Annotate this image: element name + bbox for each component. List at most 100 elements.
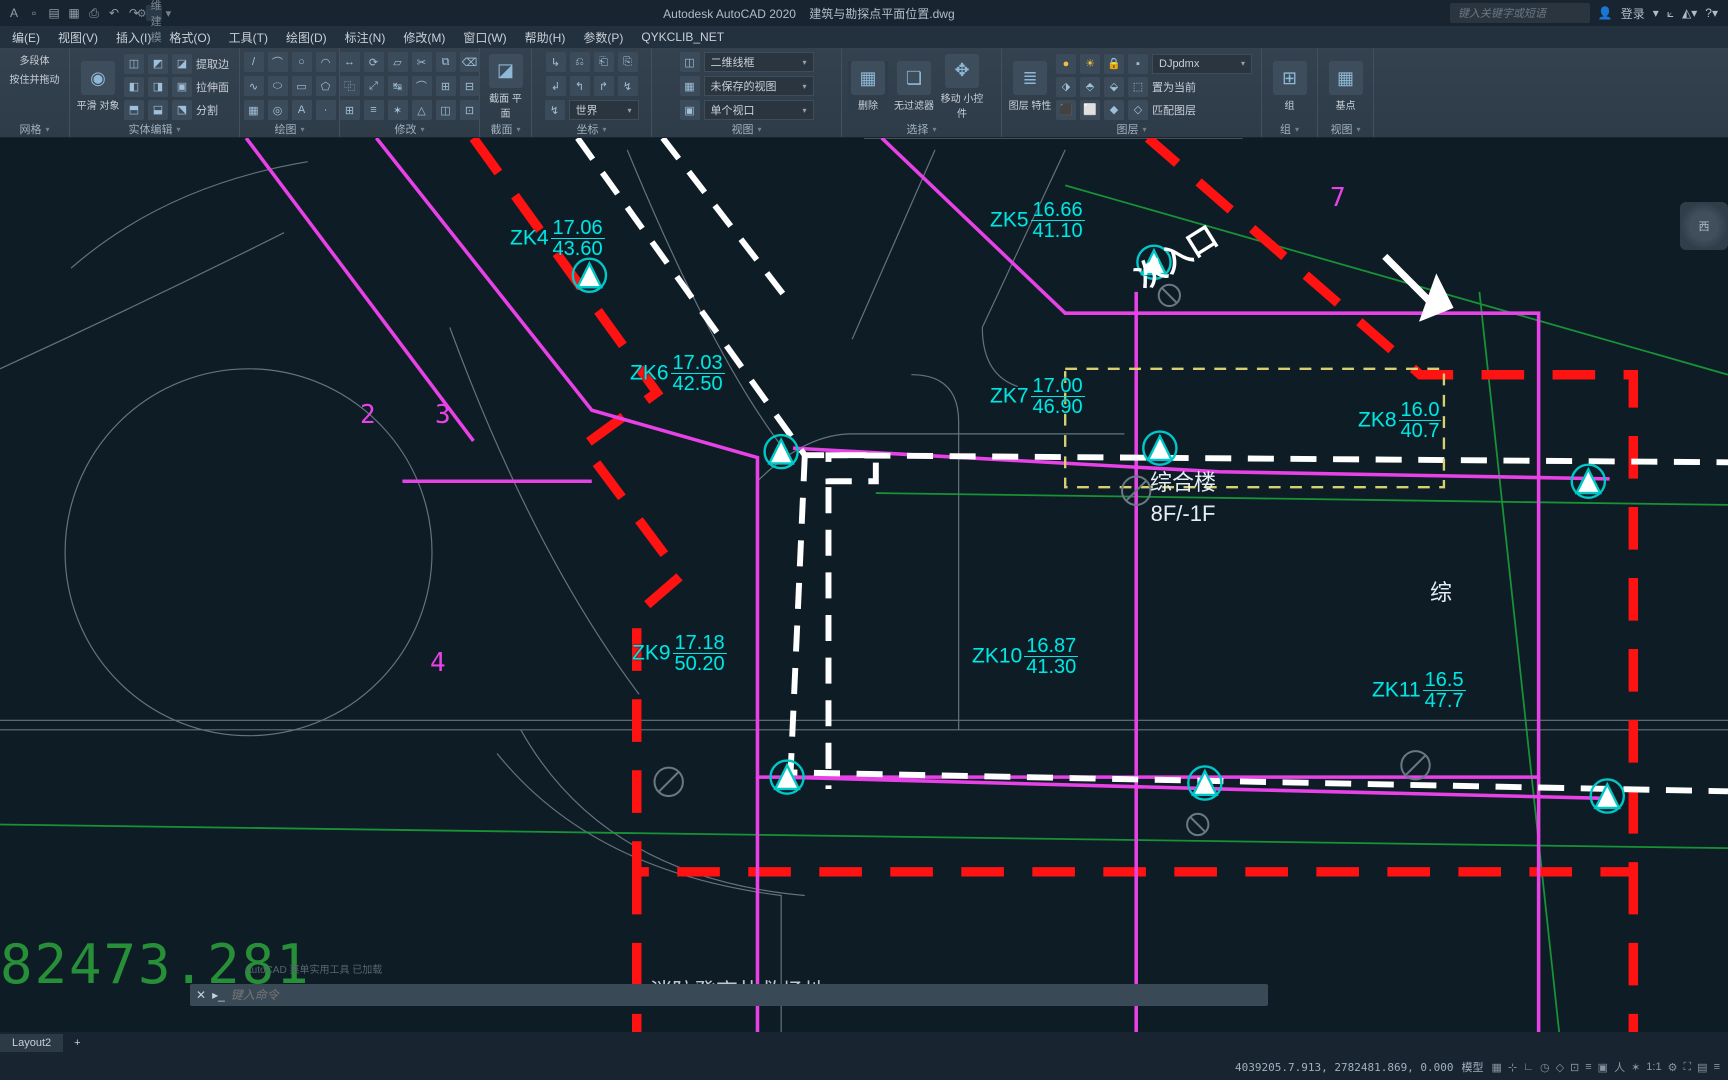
- menu-modify[interactable]: 修改(M): [395, 27, 453, 48]
- ucs-dropdown[interactable]: 世界: [569, 100, 639, 120]
- scale-label[interactable]: 1:1: [1646, 1061, 1661, 1073]
- section-plane-button[interactable]: ◪截面 平面: [486, 54, 525, 120]
- i[interactable]: ↲: [546, 76, 566, 96]
- panel-section-title[interactable]: 截面: [486, 121, 525, 137]
- split[interactable]: 分割: [196, 102, 218, 118]
- layerprop-button[interactable]: ≣图层 特性: [1008, 61, 1052, 112]
- presspull-button[interactable]: 按住并拖动: [9, 71, 61, 86]
- ico[interactable]: ◨: [148, 77, 168, 97]
- panel-baseview-title[interactable]: 视图: [1324, 121, 1367, 137]
- panel-layer-title[interactable]: 图层: [1008, 121, 1255, 137]
- i[interactable]: ⬜: [1080, 100, 1100, 120]
- arc-icon[interactable]: ◠: [316, 52, 336, 72]
- i[interactable]: ↱: [594, 76, 614, 96]
- undo-icon[interactable]: ↶: [106, 5, 122, 21]
- i[interactable]: ⬚: [1128, 77, 1148, 97]
- extrude-face[interactable]: 拉伸面: [196, 79, 229, 95]
- pline-icon[interactable]: ⌒: [268, 52, 288, 72]
- visualstyle-dropdown[interactable]: 二维线框: [704, 52, 814, 72]
- ico[interactable]: ▣: [172, 77, 192, 97]
- workspace-switcher[interactable]: ⚙ 三维建模 ▾: [146, 5, 162, 21]
- ortho-icon[interactable]: ∟: [1523, 1061, 1534, 1073]
- view-icon[interactable]: ▦: [680, 76, 700, 96]
- mirror-icon[interactable]: ▱: [388, 52, 408, 72]
- menu-dim[interactable]: 标注(N): [337, 27, 394, 48]
- line-icon[interactable]: /: [244, 52, 264, 72]
- exchange-icon[interactable]: ▾: [1653, 6, 1659, 20]
- polar-icon[interactable]: ◷: [1540, 1061, 1550, 1074]
- viewcube[interactable]: 西: [1680, 202, 1728, 250]
- login-button[interactable]: 登录: [1621, 5, 1645, 22]
- panel-coord-title[interactable]: 坐标: [538, 121, 645, 137]
- scale-icon[interactable]: ⤢: [364, 76, 384, 96]
- i[interactable]: ◫: [436, 100, 456, 120]
- astate-icon[interactable]: ✶: [1631, 1061, 1640, 1074]
- ellipse-icon[interactable]: ⬭: [268, 76, 288, 96]
- pt-icon[interactable]: ∙: [316, 100, 336, 120]
- i[interactable]: ⎘: [618, 52, 638, 72]
- menu-view[interactable]: 视图(V): [50, 27, 106, 48]
- command-input[interactable]: [231, 988, 1262, 1002]
- trim-icon[interactable]: ✂: [412, 52, 432, 72]
- layer-dropdown[interactable]: DJpdmx: [1152, 54, 1252, 74]
- panel-group-title[interactable]: 组: [1268, 121, 1311, 137]
- bulb-icon[interactable]: ●: [1056, 54, 1076, 74]
- trn-icon[interactable]: ▣: [1598, 1061, 1608, 1074]
- tab-layout2[interactable]: Layout2: [0, 1034, 64, 1052]
- circle-icon[interactable]: ○: [292, 52, 312, 72]
- iso-icon[interactable]: ▤: [1697, 1061, 1707, 1074]
- menu-qykclib[interactable]: QYKCLIB_NET: [633, 28, 732, 46]
- basepoint-button[interactable]: ▦基点: [1324, 61, 1367, 112]
- movegizmo-button[interactable]: ✥移动 小控件: [940, 54, 984, 120]
- i[interactable]: ⎌: [570, 52, 590, 72]
- dynuc-icon[interactable]: ⊡: [1570, 1061, 1579, 1074]
- user-icon[interactable]: 👤: [1598, 6, 1613, 20]
- rotate-icon[interactable]: ⟳: [364, 52, 384, 72]
- i[interactable]: ↯: [618, 76, 638, 96]
- color-icon[interactable]: ▪: [1128, 54, 1148, 74]
- panel-modify-title[interactable]: 修改: [346, 121, 473, 137]
- group-button[interactable]: ⊞组: [1268, 61, 1311, 112]
- i[interactable]: ↯: [545, 100, 565, 120]
- ico[interactable]: ⬔: [172, 100, 192, 120]
- status-model[interactable]: 模型: [1462, 1059, 1484, 1075]
- cart-icon[interactable]: ⟀: [1667, 6, 1674, 21]
- cust-icon[interactable]: ≡: [1714, 1061, 1720, 1073]
- open-icon[interactable]: ▤: [46, 5, 62, 21]
- namedview-dropdown[interactable]: 未保存的视图: [704, 76, 814, 96]
- sun-icon[interactable]: ☀: [1080, 54, 1100, 74]
- i[interactable]: ⊡: [460, 100, 480, 120]
- lock-icon[interactable]: 🔒: [1104, 54, 1124, 74]
- gear-icon[interactable]: ⚙: [1668, 1061, 1678, 1074]
- ico[interactable]: ◫: [124, 54, 144, 74]
- i[interactable]: ⬗: [1056, 77, 1076, 97]
- explode-icon[interactable]: ✶: [388, 100, 408, 120]
- copy-icon[interactable]: ⿻: [340, 76, 360, 96]
- panel-mesh-title[interactable]: 网格: [6, 121, 63, 137]
- text-icon[interactable]: A: [292, 100, 312, 120]
- nofilter-button[interactable]: ❏无过滤器: [892, 61, 936, 112]
- offset-icon[interactable]: ≡: [364, 100, 384, 120]
- ico[interactable]: ⬓: [148, 100, 168, 120]
- new-icon[interactable]: ▫: [26, 5, 42, 21]
- i[interactable]: ⊟: [460, 76, 480, 96]
- smooth-button[interactable]: ◉平滑 对象: [76, 61, 120, 112]
- region-icon[interactable]: ◎: [268, 100, 288, 120]
- command-line[interactable]: ✕ ▸_: [190, 984, 1268, 1006]
- lw-icon[interactable]: ≡: [1585, 1061, 1591, 1073]
- extract-edge[interactable]: 提取边: [196, 56, 229, 72]
- tab-add[interactable]: +: [64, 1034, 90, 1052]
- menu-window[interactable]: 窗口(W): [455, 27, 514, 48]
- close-icon[interactable]: ✕: [196, 988, 206, 1002]
- grid-icon[interactable]: ▦: [1492, 1061, 1502, 1074]
- ico[interactable]: ⬒: [124, 100, 144, 120]
- menu-param[interactable]: 参数(P): [575, 27, 631, 48]
- menu-help[interactable]: 帮助(H): [517, 27, 574, 48]
- spline-icon[interactable]: ∿: [244, 76, 264, 96]
- poly-icon[interactable]: ⬠: [316, 76, 336, 96]
- polysolid-button[interactable]: 多段体: [9, 52, 61, 67]
- panel-view-title[interactable]: 视图: [658, 121, 835, 137]
- vs-icon[interactable]: ◫: [680, 52, 700, 72]
- rect-icon[interactable]: ▭: [292, 76, 312, 96]
- panel-solidedit-title[interactable]: 实体编辑: [76, 121, 233, 137]
